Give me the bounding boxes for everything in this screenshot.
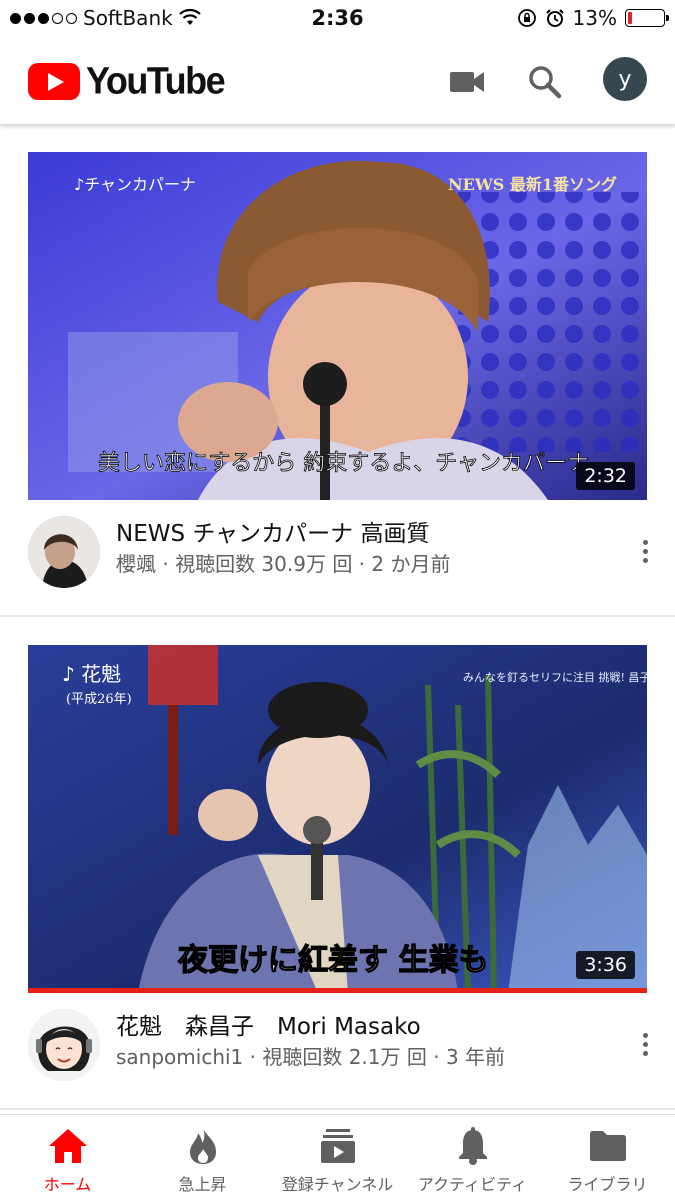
video-subline: sanpomichi1 · 視聴回数 2.1万 回 · 3 年前: [116, 1045, 506, 1069]
nav-label: 急上昇: [178, 1175, 227, 1194]
battery-level: [628, 12, 633, 24]
video-card[interactable]: ♪チャンカパーナ NEWS 最新1番ソング 美しい恋にするから 約束するよ、チャ…: [0, 152, 675, 592]
video-camera-icon: [450, 72, 484, 92]
flame-icon: [188, 1127, 218, 1165]
video-card[interactable]: ♪ 花魁 (平成26年) みんなを釘るセリフに注目 挑戦! 昌子の新境地 夜更け…: [0, 645, 675, 1095]
orientation-lock-icon: [517, 9, 536, 27]
nav-subscriptions[interactable]: 登録チャンネル: [270, 1115, 405, 1201]
thumb-subtitle: 美しい恋にするから 約束するよ、チャンカパーナ: [98, 451, 589, 476]
youtube-logo[interactable]: YouTube: [28, 58, 226, 102]
thumb-caption-year: (平成26年): [66, 692, 132, 707]
nav-trending[interactable]: 急上昇: [135, 1115, 270, 1201]
alarm-icon: [545, 9, 564, 27]
more-vert-icon: [642, 1033, 648, 1038]
thumb-subtitle: 夜更けに紅差す 生業も: [177, 943, 488, 978]
more-vert-icon: [642, 540, 648, 545]
video-meta: 花魁 森昌子 Mori Masako sanpomichi1 · 視聴回数 2.…: [0, 1007, 675, 1097]
divider: [0, 615, 675, 617]
nav-library[interactable]: ライブラリ: [540, 1115, 675, 1201]
logo-text: YouTube: [86, 58, 226, 102]
video-duration: 3:36: [576, 951, 635, 979]
video-thumbnail[interactable]: ♪チャンカパーナ NEWS 最新1番ソング 美しい恋にするから 約束するよ、チャ…: [28, 152, 647, 500]
search-button[interactable]: [525, 62, 565, 102]
bottom-navigation: ホーム 急上昇 登録チャンネル アクティビティ ライブラリ: [0, 1114, 675, 1201]
thumbnail-image: ♪ 花魁 (平成26年) みんなを釘るセリフに注目 挑戦! 昌子の新境地 夜更け…: [28, 645, 647, 993]
app-header: YouTube y: [0, 38, 675, 125]
nav-label: 登録チャンネル: [281, 1175, 394, 1194]
search-icon: [529, 66, 562, 99]
video-title[interactable]: 花魁 森昌子 Mori Masako: [116, 1007, 421, 1041]
account-avatar-button[interactable]: y: [603, 57, 647, 101]
battery-percent: 13%: [572, 6, 617, 30]
channel-avatar-image: [28, 516, 100, 588]
nav-home[interactable]: ホーム: [0, 1115, 135, 1201]
nav-activity[interactable]: アクティビティ: [405, 1115, 540, 1201]
video-meta: NEWS チャンカパーナ 高画質 櫻颯 · 視聴回数 30.9万 回 · 2 か…: [0, 514, 675, 604]
bell-icon: [457, 1127, 489, 1165]
watch-progress-bar: [28, 988, 647, 993]
video-subline: 櫻颯 · 視聴回数 30.9万 回 · 2 か月前: [116, 552, 451, 576]
divider: [0, 1108, 675, 1110]
subscriptions-icon: [320, 1127, 356, 1165]
thumb-caption-top-left: ♪チャンカパーナ: [74, 175, 196, 194]
channel-avatar-image: [28, 1009, 100, 1081]
folder-icon: [589, 1127, 627, 1165]
thumb-caption-top-right: NEWS 最新1番ソング: [448, 175, 617, 194]
nav-label: アクティビティ: [417, 1175, 528, 1194]
video-thumbnail[interactable]: ♪ 花魁 (平成26年) みんなを釘るセリフに注目 挑戦! 昌子の新境地 夜更け…: [28, 645, 647, 993]
video-camera-button[interactable]: [447, 62, 487, 102]
nav-label: ホーム: [43, 1175, 92, 1194]
thumbnail-image: ♪チャンカパーナ NEWS 最新1番ソング 美しい恋にするから 約束するよ、チャ…: [28, 152, 647, 500]
youtube-play-logo-icon: [28, 62, 80, 100]
thumb-caption-top-left: ♪ 花魁: [62, 662, 121, 686]
channel-avatar[interactable]: [28, 1009, 100, 1081]
video-duration: 2:32: [576, 462, 635, 490]
home-icon: [47, 1127, 89, 1165]
status-right: 13%: [517, 6, 669, 30]
battery-icon: [625, 9, 669, 27]
video-title[interactable]: NEWS チャンカパーナ 高画質: [116, 514, 429, 548]
channel-avatar[interactable]: [28, 516, 100, 588]
more-options-button[interactable]: [641, 1033, 649, 1056]
more-options-button[interactable]: [641, 540, 649, 563]
thumb-caption-top-right: みんなを釘るセリフに注目 挑戦! 昌子の新境地: [463, 670, 647, 684]
nav-label: ライブラリ: [567, 1175, 648, 1194]
status-bar: SoftBank 2:36 13%: [0, 0, 675, 38]
